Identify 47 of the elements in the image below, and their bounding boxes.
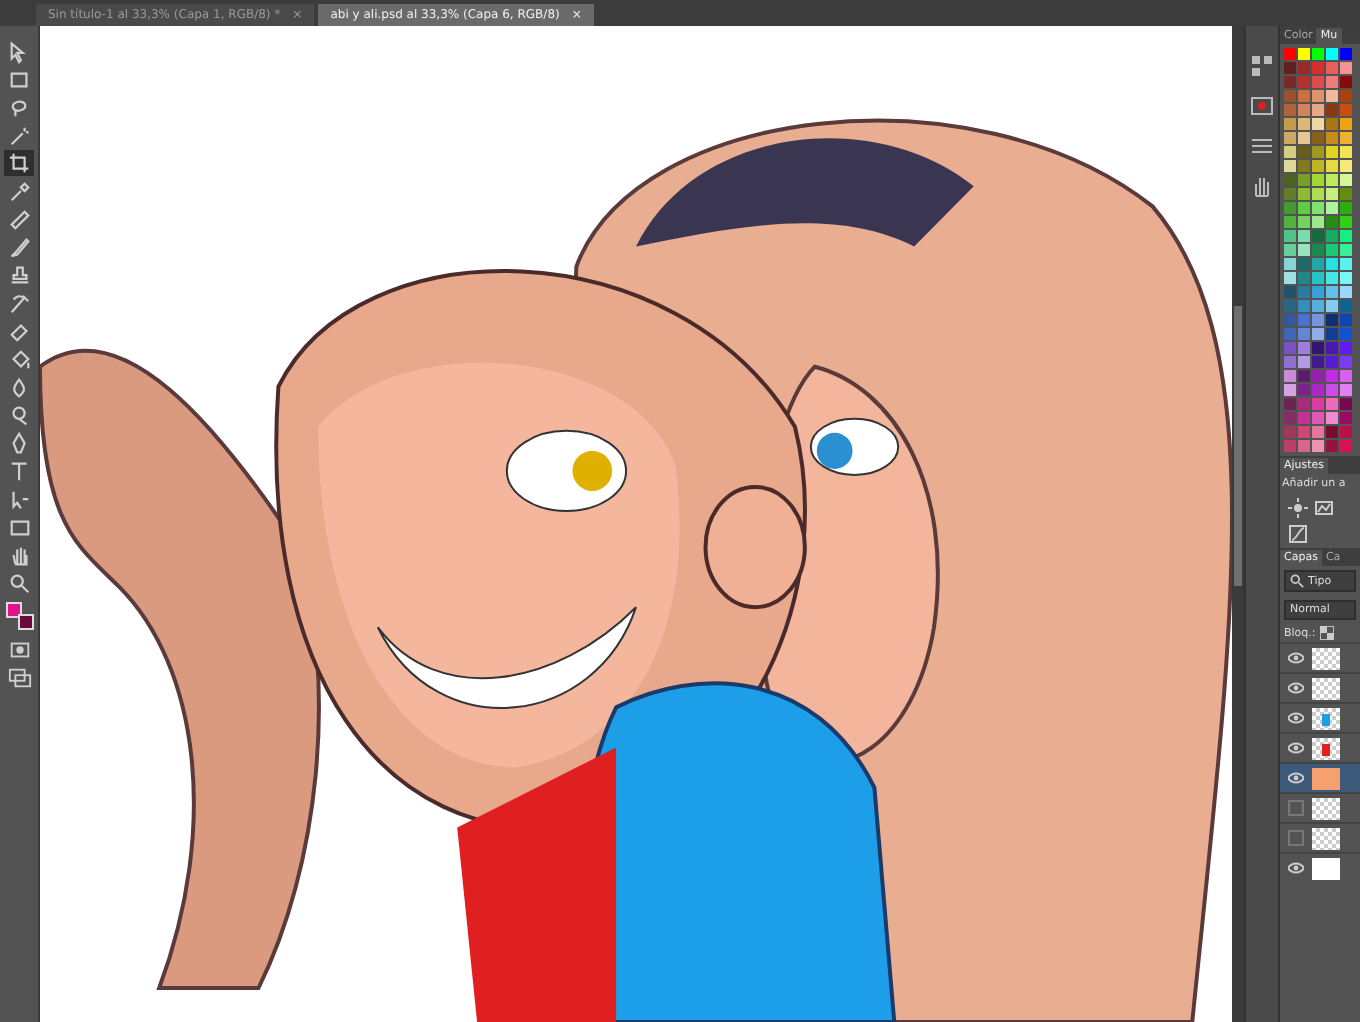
curves-icon[interactable] — [1288, 524, 1308, 544]
lasso-icon — [7, 95, 31, 119]
layer-row[interactable] — [1280, 642, 1360, 672]
hand-icon[interactable] — [1250, 174, 1274, 198]
layer-row[interactable] — [1280, 672, 1360, 702]
layer-row[interactable] — [1280, 762, 1360, 792]
drop-icon — [7, 375, 31, 399]
eyedropper-icon — [7, 179, 31, 203]
layer-row[interactable] — [1280, 792, 1360, 822]
foreground-color-swatch[interactable] — [6, 602, 22, 618]
eraser-icon — [7, 319, 31, 343]
stamp-icon — [7, 263, 31, 287]
adjustments-icon[interactable] — [1250, 94, 1274, 118]
zoom-icon — [7, 571, 31, 595]
levels-icon[interactable] — [1314, 498, 1334, 518]
layer-row[interactable] — [1280, 822, 1360, 852]
text-icon — [7, 459, 31, 483]
screen-mode-button[interactable] — [4, 664, 34, 690]
checkerboard-icon[interactable] — [1319, 626, 1334, 640]
background-color-swatch[interactable] — [18, 614, 34, 630]
eye-icon[interactable] — [1288, 682, 1304, 694]
sliders-icon[interactable] — [1250, 134, 1274, 158]
swatches-icon[interactable] — [1250, 54, 1274, 78]
search-icon — [1290, 574, 1304, 588]
wand-icon — [7, 123, 31, 147]
layer-row[interactable] — [1280, 852, 1360, 882]
layer-row[interactable] — [1280, 702, 1360, 732]
eye-icon[interactable] — [1288, 772, 1304, 784]
mask-icon — [7, 637, 31, 661]
pen-icon — [7, 431, 31, 455]
marquee-icon — [7, 67, 31, 91]
hand-icon — [7, 543, 31, 567]
eye-icon[interactable] — [1288, 652, 1304, 664]
crop-icon — [7, 151, 31, 175]
visibility-toggle[interactable] — [1288, 830, 1304, 846]
eye-icon[interactable] — [1288, 862, 1304, 874]
brush-icon — [7, 235, 31, 259]
move-icon — [7, 39, 31, 63]
visibility-toggle[interactable] — [1288, 800, 1304, 816]
eraser-tool-button[interactable] — [4, 318, 34, 344]
crop-tool-button[interactable] — [4, 150, 34, 176]
vertical-scrollbar[interactable] — [1232, 26, 1244, 1022]
screen-mode-icon — [7, 665, 31, 689]
rectangle-icon — [7, 515, 31, 539]
eye-icon[interactable] — [1288, 712, 1304, 724]
eye-icon[interactable] — [1288, 742, 1304, 754]
sun-icon[interactable] — [1288, 498, 1308, 518]
